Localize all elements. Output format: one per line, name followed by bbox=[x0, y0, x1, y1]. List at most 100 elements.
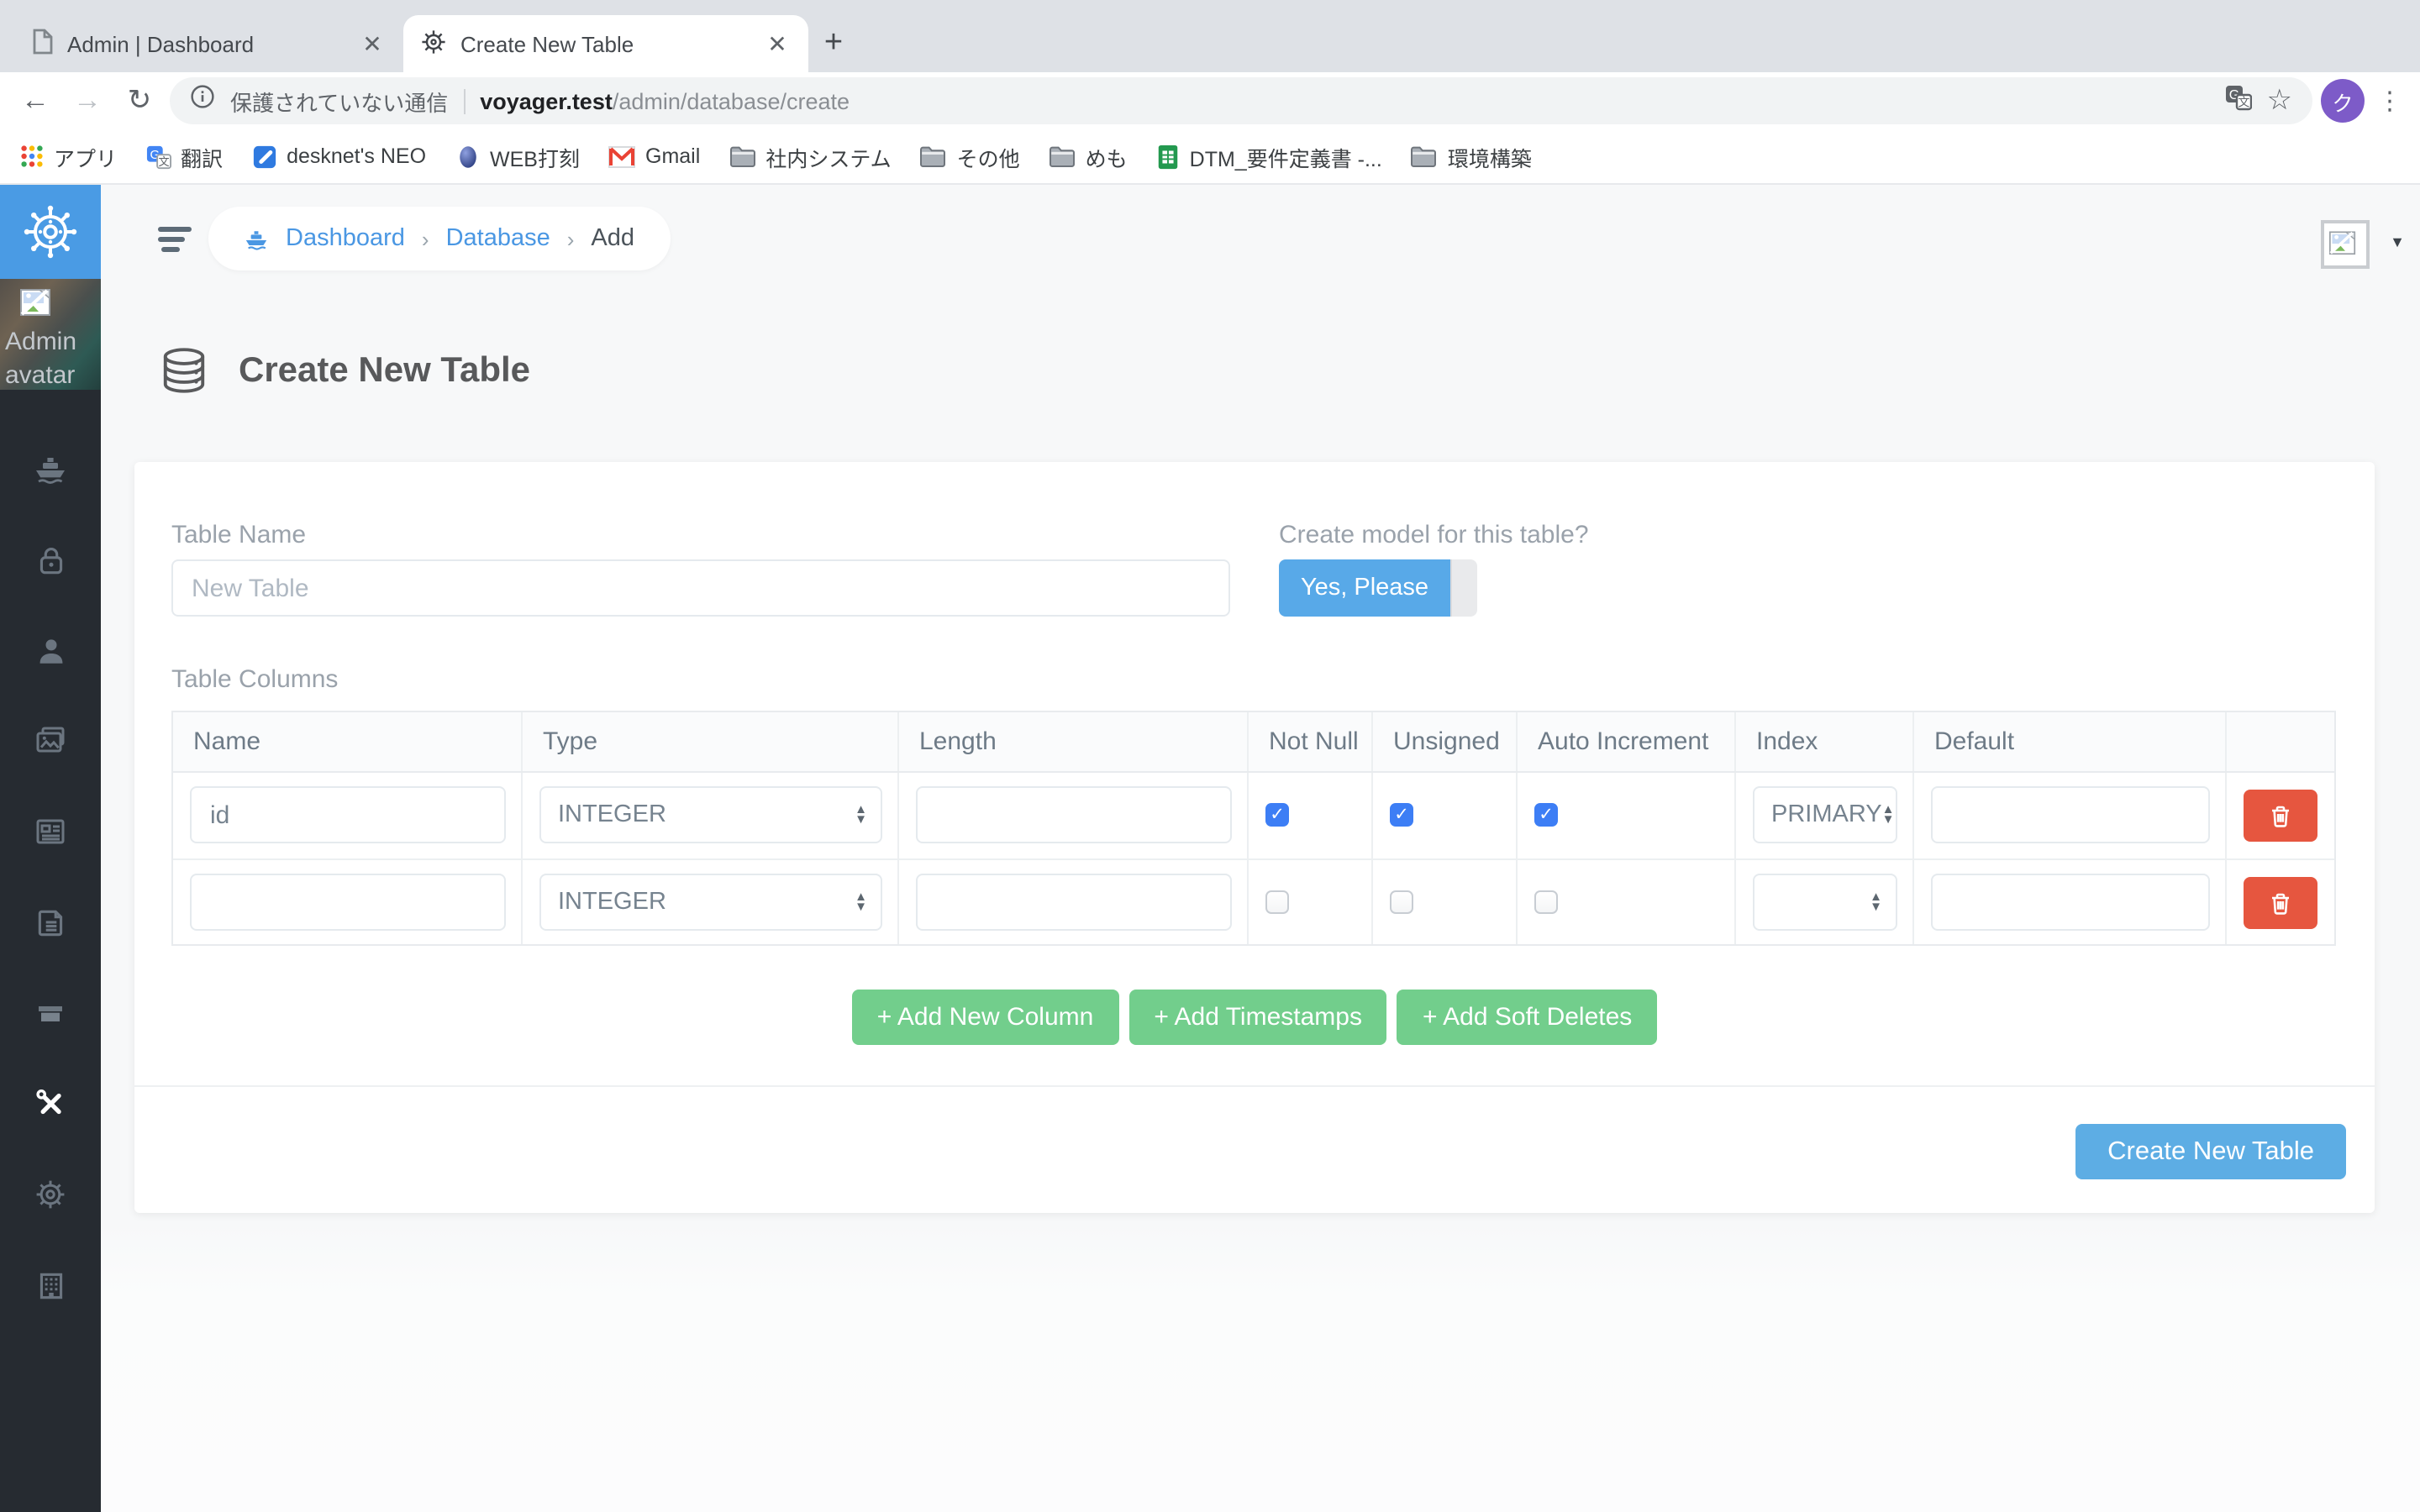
info-icon[interactable] bbox=[190, 84, 215, 118]
url-text: voyager.test/admin/database/create bbox=[480, 88, 850, 113]
not-null-checkbox[interactable] bbox=[1265, 803, 1289, 827]
browser-tab-create-table[interactable]: Create New Table ✕ bbox=[403, 15, 808, 72]
column-name-input[interactable] bbox=[190, 874, 506, 931]
unsigned-checkbox[interactable] bbox=[1390, 803, 1413, 827]
column-default-input[interactable] bbox=[1931, 786, 2210, 843]
browser-tab-strip: Admin | Dashboard ✕ Create New Table ✕ + bbox=[0, 0, 2420, 72]
voyager-logo[interactable] bbox=[0, 185, 101, 279]
add-soft-deletes-button[interactable]: + Add Soft Deletes bbox=[1397, 990, 1658, 1045]
column-type-select[interactable]: INTEGER ▲ ▼ bbox=[539, 786, 882, 843]
create-table-panel: Table Name Create model for this table? … bbox=[134, 462, 2375, 1213]
tab-close-icon[interactable]: ✕ bbox=[358, 29, 387, 58]
breadcrumb-database[interactable]: Database bbox=[446, 225, 550, 252]
bookmark-star-icon[interactable]: ☆ bbox=[2267, 84, 2293, 118]
add-new-column-button[interactable]: + Add New Column bbox=[851, 990, 1119, 1045]
tab-title: Create New Table bbox=[460, 31, 634, 56]
unsigned-checkbox[interactable] bbox=[1390, 890, 1413, 914]
browser-profile-avatar[interactable]: ク bbox=[2321, 79, 2365, 123]
bookmark-folder-internal[interactable]: 社内システム bbox=[729, 140, 892, 172]
bookmark-desknet[interactable]: desknet's NEO bbox=[251, 144, 426, 169]
bookmark-dtm-sheet[interactable]: DTM_要件定義書 -... bbox=[1156, 140, 1382, 172]
header-type: Type bbox=[523, 712, 899, 771]
bookmark-folder-other[interactable]: その他 bbox=[920, 140, 1020, 172]
sidebar-item-roles[interactable] bbox=[0, 514, 101, 605]
columns-table-header: Name Type Length Not Null Unsigned Auto … bbox=[173, 712, 2334, 773]
broken-image-icon bbox=[2329, 231, 2356, 255]
sidebar-item-media[interactable] bbox=[0, 696, 101, 786]
add-timestamps-button[interactable]: + Add Timestamps bbox=[1128, 990, 1387, 1045]
header-unsigned: Unsigned bbox=[1373, 712, 1518, 771]
avatar-alt-text: Admin avatar bbox=[5, 328, 77, 391]
sidebar-item-settings[interactable] bbox=[0, 1149, 101, 1240]
sidebar-item-company[interactable] bbox=[0, 1240, 101, 1331]
select-arrows-icon: ▲ ▼ bbox=[855, 889, 867, 914]
chevron-right-icon: › bbox=[421, 226, 429, 251]
new-tab-button[interactable]: + bbox=[808, 18, 859, 69]
column-name-input[interactable] bbox=[190, 786, 506, 843]
hamburger-menu-icon[interactable] bbox=[158, 227, 192, 257]
header-default: Default bbox=[1914, 712, 2227, 771]
gear-icon bbox=[36, 1180, 65, 1209]
bookmark-web-dakoku[interactable]: WEB打刻 bbox=[455, 140, 580, 172]
translate-icon[interactable]: G文 bbox=[2225, 83, 2252, 118]
table-columns-label: Table Columns bbox=[171, 665, 339, 694]
folder-icon bbox=[729, 146, 755, 167]
column-index-select[interactable]: PRIMARY ▲ ▼ bbox=[1753, 786, 1897, 843]
bookmark-apps[interactable]: アプリ bbox=[20, 140, 117, 172]
broken-image-icon bbox=[20, 289, 50, 316]
trash-icon bbox=[2272, 805, 2289, 827]
address-bar[interactable]: 保護されていない通信 voyager.test/admin/database/c… bbox=[170, 77, 2312, 124]
translate-color-icon: G文 bbox=[145, 144, 171, 169]
page-header: Create New Table bbox=[156, 346, 530, 395]
delete-row-button[interactable] bbox=[2244, 790, 2317, 842]
trash-icon bbox=[2272, 892, 2289, 914]
dropdown-caret-icon[interactable]: ▼ bbox=[2390, 234, 2405, 250]
database-icon bbox=[163, 348, 205, 393]
document-icon bbox=[37, 909, 62, 936]
gmail-icon bbox=[608, 145, 635, 167]
security-status-label: 保護されていない通信 bbox=[230, 90, 449, 115]
auto-increment-checkbox[interactable] bbox=[1534, 803, 1558, 827]
reload-icon[interactable]: ↻ bbox=[118, 79, 161, 123]
sidebar-item-posts[interactable] bbox=[0, 786, 101, 877]
sidebar-item-categories[interactable] bbox=[0, 968, 101, 1058]
column-length-input[interactable] bbox=[916, 874, 1232, 931]
folder-icon bbox=[1411, 146, 1437, 167]
sidebar-item-dashboard[interactable] bbox=[0, 423, 101, 514]
browser-tab-dashboard[interactable]: Admin | Dashboard ✕ bbox=[13, 15, 403, 72]
bookmark-translate[interactable]: G文 翻訳 bbox=[145, 140, 223, 172]
create-model-toggle[interactable]: Yes, Please bbox=[1279, 559, 1477, 617]
forward-icon[interactable]: → bbox=[66, 79, 109, 123]
column-default-input[interactable] bbox=[1931, 874, 2210, 931]
column-index-select[interactable]: ▲ ▼ bbox=[1753, 874, 1897, 931]
sidebar-item-pages[interactable] bbox=[0, 877, 101, 968]
breadcrumb-dashboard[interactable]: Dashboard bbox=[286, 225, 405, 252]
divider bbox=[463, 88, 466, 113]
create-new-table-button[interactable]: Create New Table bbox=[2075, 1124, 2346, 1179]
bookmark-gmail[interactable]: Gmail bbox=[608, 144, 700, 168]
svg-text:文: 文 bbox=[2238, 94, 2249, 108]
table-name-input[interactable] bbox=[171, 559, 1230, 617]
chevron-right-icon: › bbox=[566, 226, 575, 251]
breadcrumb: Dashboard › Database › Add bbox=[208, 207, 671, 270]
column-length-input[interactable] bbox=[916, 786, 1232, 843]
table-actions: + Add New Column + Add Timestamps + Add … bbox=[134, 990, 2375, 1045]
screen: Admin | Dashboard ✕ Create New Table ✕ +… bbox=[0, 0, 2420, 1512]
browser-menu-icon[interactable]: ⋮ bbox=[2373, 86, 2407, 116]
back-icon[interactable]: ← bbox=[13, 79, 57, 123]
sidebar-item-users[interactable] bbox=[0, 605, 101, 696]
bookmark-folder-memo[interactable]: めも bbox=[1049, 140, 1128, 172]
delete-row-button[interactable] bbox=[2244, 877, 2317, 929]
bookmarks-bar: アプリ G文 翻訳 desknet's NEO WEB打刻 Gmail 社内シス… bbox=[0, 129, 2420, 185]
tab-close-icon[interactable]: ✕ bbox=[763, 29, 792, 58]
header-index: Index bbox=[1736, 712, 1914, 771]
sidebar-item-tools-active[interactable] bbox=[0, 1058, 101, 1149]
auto-increment-checkbox[interactable] bbox=[1534, 890, 1558, 914]
ship-wheel-favicon-icon bbox=[420, 28, 447, 60]
column-row-id: INTEGER▲▼ PRIMARY▲▼ bbox=[173, 773, 2334, 858]
not-null-checkbox[interactable] bbox=[1265, 890, 1289, 914]
user-avatar-box[interactable] bbox=[2321, 220, 2370, 269]
column-type-select[interactable]: INTEGER ▲ ▼ bbox=[539, 874, 882, 931]
bookmark-folder-env[interactable]: 環境構築 bbox=[1411, 140, 1532, 172]
page-title: Create New Table bbox=[239, 350, 531, 389]
